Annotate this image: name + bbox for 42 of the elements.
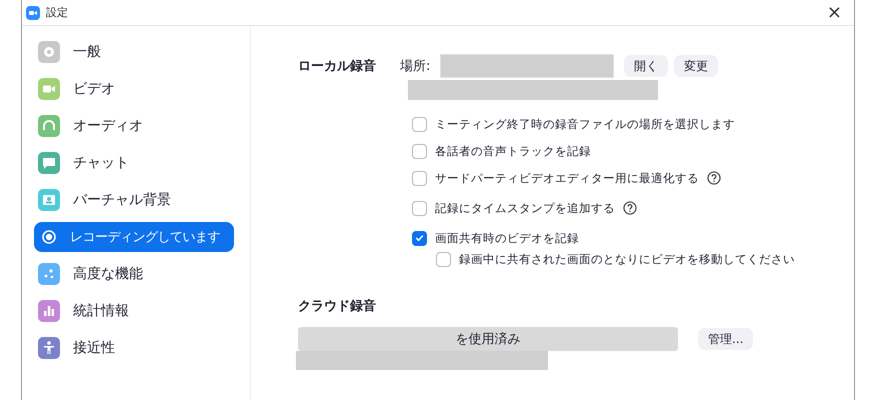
gear-icon: [38, 41, 60, 63]
chat-icon: [38, 152, 60, 174]
checkbox[interactable]: [412, 170, 427, 186]
location-field[interactable]: [440, 54, 614, 78]
storage-bar: を使用済み: [298, 327, 678, 351]
window-title: 設定: [46, 5, 69, 20]
manage-button[interactable]: 管理...: [698, 328, 754, 350]
headphones-icon: [38, 115, 60, 137]
close-button[interactable]: ×: [814, 2, 854, 23]
checkbox[interactable]: [412, 200, 427, 216]
sidebar-item[interactable]: 高度な機能: [34, 259, 226, 289]
folder-button[interactable]: 開く: [624, 55, 668, 77]
option-label: 録画中に共有された画面のとなりにビデオを移動してください: [459, 252, 795, 266]
sidebar-item[interactable]: オーディオ: [34, 111, 226, 141]
camera-icon: [38, 78, 60, 100]
sidebar-item[interactable]: レコーディングしています: [34, 222, 234, 252]
sidebar-item[interactable]: 一般: [34, 37, 226, 67]
sidebar-item[interactable]: チャット: [34, 148, 226, 178]
sparkle-icon: [38, 263, 60, 285]
section-heading: ローカル録音: [298, 58, 377, 76]
app-logo-icon: [26, 6, 40, 20]
help-icon[interactable]: [623, 201, 637, 215]
option-label: サードパーティビデオエディター用に最適化する: [435, 170, 699, 186]
sidebar-item[interactable]: ビデオ: [34, 74, 226, 104]
section-heading: クラウド録音: [298, 298, 377, 315]
checkbox[interactable]: [412, 144, 427, 158]
sidebar-item[interactable]: 接近性: [34, 333, 226, 363]
option-label: 記録にタイムスタンプを追加する: [435, 200, 615, 216]
option-label: 各話者の音声トラックを記録: [435, 144, 591, 158]
option-label: 画面共有時のビデオを記録: [435, 230, 579, 246]
checkbox[interactable]: [412, 230, 427, 246]
sidebar-item[interactable]: バーチャル背景: [34, 185, 226, 215]
option-label: ミーティング終了時の録音ファイルの場所を選択します: [435, 116, 735, 132]
portrait-icon: [38, 189, 60, 211]
checkbox[interactable]: [412, 116, 427, 132]
help-icon[interactable]: [707, 171, 721, 185]
bar-chart-icon: [38, 300, 60, 322]
sidebar-item[interactable]: 統計情報: [34, 296, 226, 326]
location-label: 場所:: [400, 58, 432, 75]
folder-button[interactable]: 変更: [674, 55, 718, 77]
checkbox[interactable]: [436, 252, 451, 266]
person-icon: [38, 337, 60, 359]
